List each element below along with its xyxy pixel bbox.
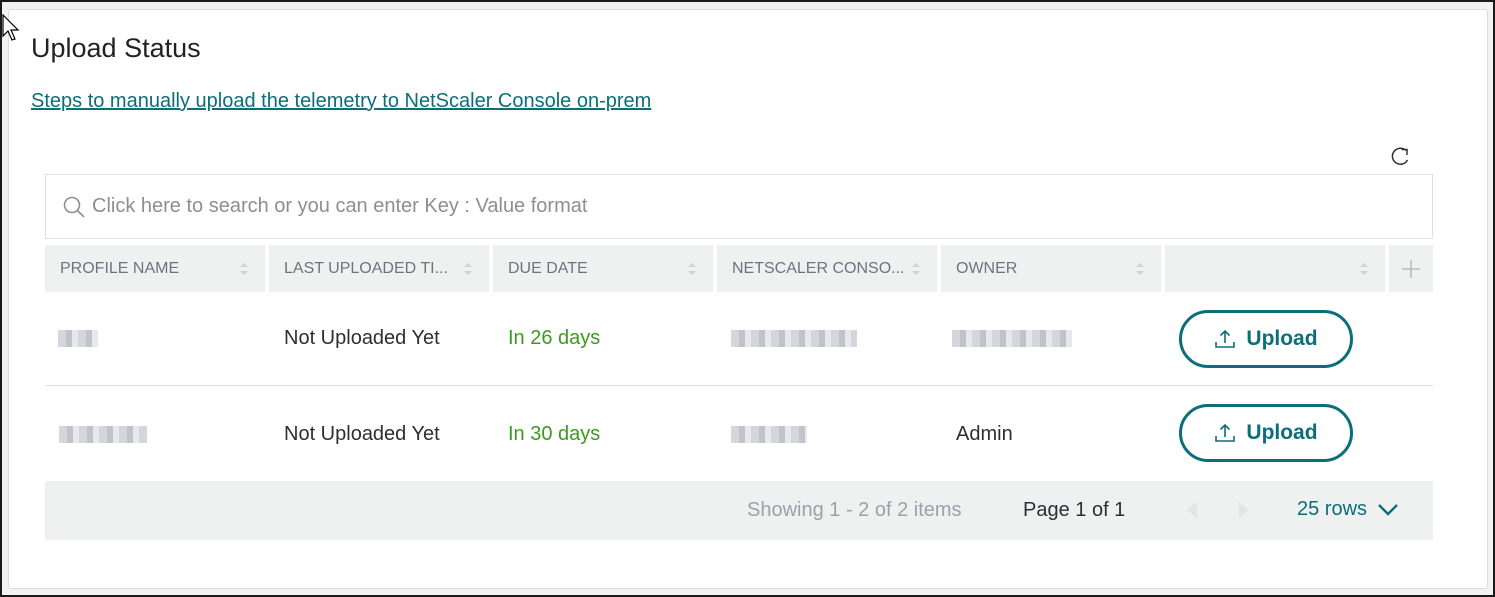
upload-icon	[1215, 423, 1236, 442]
sort-icon[interactable]	[687, 261, 697, 277]
sort-icon[interactable]	[1359, 261, 1369, 277]
table-header: PROFILE NAME LAST UPLOADED TI... DUE DAT…	[45, 245, 1433, 292]
netscaler-console-redacted	[731, 330, 857, 347]
refresh-icon[interactable]	[1388, 145, 1412, 169]
sort-icon[interactable]	[911, 261, 921, 277]
add-column-button[interactable]	[1389, 245, 1433, 292]
owner-cell: Admin	[956, 422, 1013, 445]
manual-upload-steps-link[interactable]: Steps to manually upload the telemetry t…	[31, 90, 651, 113]
column-header-label: DUE DATE	[508, 259, 588, 277]
sort-icon[interactable]	[463, 261, 473, 277]
chevron-down-icon	[1378, 503, 1398, 516]
due-date-cell: In 30 days	[508, 422, 601, 445]
column-header-label: LAST UPLOADED TI...	[284, 259, 448, 277]
search-bar[interactable]	[45, 174, 1433, 239]
sort-icon[interactable]	[1135, 261, 1145, 277]
column-header-actions[interactable]	[1165, 245, 1385, 292]
search-input[interactable]	[92, 195, 1432, 218]
column-header-owner[interactable]: OWNER	[941, 245, 1161, 292]
netscaler-console-redacted	[731, 425, 807, 443]
page-indicator: Page 1 of 1	[1023, 499, 1126, 521]
profile-name-redacted	[58, 330, 98, 347]
column-header-label: OWNER	[956, 259, 1018, 277]
pagination-bar: Showing 1 - 2 of 2 items Page 1 of 1 25 …	[45, 481, 1433, 540]
last-uploaded-cell: Not Uploaded Yet	[284, 327, 440, 349]
due-date-cell: In 26 days	[508, 327, 601, 349]
upload-button-label: Upload	[1246, 421, 1318, 444]
search-icon	[63, 196, 85, 218]
last-uploaded-cell: Not Uploaded Yet	[284, 422, 440, 445]
column-header-last-uploaded[interactable]: LAST UPLOADED TI...	[269, 245, 489, 292]
rows-per-page-select[interactable]: 25 rows	[1297, 498, 1399, 521]
plus-icon	[1402, 259, 1420, 278]
column-header-netscaler-console[interactable]: NETSCALER CONSO...	[717, 245, 937, 292]
rows-per-page-value: 25 rows	[1297, 498, 1368, 520]
sort-icon[interactable]	[239, 261, 249, 277]
upload-button[interactable]: Upload	[1179, 310, 1353, 368]
upload-button-label: Upload	[1246, 327, 1318, 350]
previous-page-icon[interactable]	[1185, 501, 1199, 519]
owner-redacted	[952, 330, 1072, 347]
page-title: Upload Status	[31, 33, 201, 63]
column-header-profile-name[interactable]: PROFILE NAME	[45, 245, 265, 292]
upload-button[interactable]: Upload	[1179, 404, 1353, 462]
mouse-cursor-icon	[2, 14, 20, 41]
table-row: Not Uploaded Yet In 26 days Upload	[45, 292, 1433, 386]
table-row: Not Uploaded Yet In 30 days Admin Upload	[45, 387, 1433, 481]
item-count-label: Showing 1 - 2 of 2 items	[747, 499, 962, 521]
next-page-icon[interactable]	[1237, 501, 1251, 519]
profile-name-redacted	[59, 425, 147, 443]
column-header-label: NETSCALER CONSO...	[732, 259, 905, 277]
column-header-label: PROFILE NAME	[60, 259, 180, 277]
column-header-due-date[interactable]: DUE DATE	[493, 245, 713, 292]
upload-icon	[1215, 329, 1236, 348]
